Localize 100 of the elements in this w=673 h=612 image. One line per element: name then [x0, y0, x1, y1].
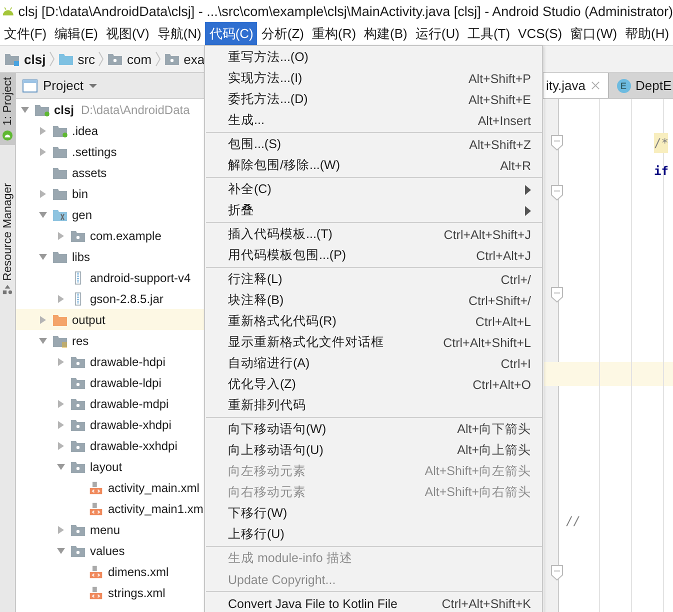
tree-item[interactable]: drawable-ldpi — [16, 372, 204, 393]
tree-item[interactable]: bin — [16, 183, 204, 204]
submenu-arrow-icon — [525, 206, 531, 216]
tree-item[interactable]: drawable-hdpi — [16, 351, 204, 372]
menu-option[interactable]: 优化导入(Z) Ctrl+Alt+O — [205, 374, 542, 395]
tree-item[interactable]: drawable-xhdpi — [16, 414, 204, 435]
menu-option[interactable]: 实现方法...(I) Alt+Shift+P — [205, 68, 542, 89]
collapse-arrow-icon[interactable] — [38, 252, 48, 262]
fold-marker-icon[interactable] — [551, 185, 563, 201]
tree-item[interactable]: gen — [16, 204, 204, 225]
dropdown-arrow-icon — [88, 82, 98, 88]
folder-icon — [70, 418, 86, 432]
tree-item[interactable]: libs — [16, 246, 204, 267]
menu-option[interactable]: 向下移动语句(W) Alt+向下箭头 — [205, 419, 542, 440]
collapse-arrow-icon[interactable] — [38, 210, 48, 220]
tree-item[interactable]: dimens.xml — [16, 561, 204, 582]
expand-arrow-icon[interactable] — [38, 126, 48, 136]
editor-tab[interactable]: ity.java — [544, 73, 608, 98]
menu-option[interactable]: Convert Java File to Kotlin File Ctrl+Alt+Shift+K — [205, 593, 542, 612]
code-text: if — [654, 163, 668, 180]
tree-item[interactable]: assets — [16, 162, 204, 183]
menu-option[interactable]: 重新排列代码 — [205, 395, 542, 416]
collapse-arrow-icon[interactable] — [56, 462, 66, 472]
expand-arrow-icon[interactable] — [56, 230, 66, 240]
close-icon[interactable] — [590, 81, 600, 90]
tree-item[interactable]: .settings — [16, 141, 204, 162]
collapse-arrow-icon[interactable] — [38, 336, 48, 346]
menu-option[interactable]: 插入代码模板...(T) Ctrl+Alt+Shift+J — [205, 224, 542, 245]
menubar-entry[interactable]: 代码(C) — [205, 22, 258, 45]
menu-option[interactable]: 生成... Alt+Insert — [205, 110, 542, 131]
editor-tab[interactable]: E DeptE — [608, 73, 673, 98]
tree-item[interactable]: com.example — [16, 225, 204, 246]
tree-item[interactable]: drawable-mdpi — [16, 393, 204, 414]
expand-arrow-icon[interactable] — [56, 356, 66, 366]
menubar-entry[interactable]: 构建(B) — [360, 22, 412, 45]
menubar-entry[interactable]: 分析(Z) — [257, 22, 308, 45]
menubar-entry[interactable]: 帮助(H) — [621, 22, 673, 45]
tree-item[interactable]: drawable-xxhdpi — [16, 435, 204, 456]
tree-item[interactable]: res — [16, 330, 204, 351]
shapes-icon — [2, 284, 13, 296]
tree-item[interactable]: values — [16, 540, 204, 561]
menu-option[interactable]: 向上移动语句(U) Alt+向上箭头 — [205, 440, 542, 461]
menu-option[interactable]: 块注释(B) Ctrl+Shift+/ — [205, 290, 542, 311]
expand-arrow-icon[interactable] — [38, 146, 48, 156]
folder-icon — [52, 334, 68, 348]
menubar-entry[interactable]: 文件(F) — [0, 22, 51, 45]
menubar-entry[interactable]: 视图(V) — [102, 22, 154, 45]
menubar-entry[interactable]: 编辑(E) — [50, 22, 102, 45]
tree-item[interactable]: clsj D:\data\AndroidData — [16, 99, 204, 120]
folder-icon — [70, 522, 86, 536]
menu-option[interactable]: 显示重新格式化文件对话框 Ctrl+Alt+Shift+L — [205, 332, 542, 353]
menu-option[interactable]: 包围...(S) Alt+Shift+Z — [205, 134, 542, 155]
menu-option[interactable]: 行注释(L) Ctrl+/ — [205, 269, 542, 290]
collapse-arrow-icon[interactable] — [20, 104, 30, 114]
menubar-entry[interactable]: 运行(U) — [411, 22, 464, 45]
folder-icon — [52, 144, 68, 158]
tree-item[interactable]: layout — [16, 456, 204, 477]
menu-option[interactable]: 重新格式化代码(R) Ctrl+Alt+L — [205, 311, 542, 332]
expand-arrow-icon[interactable] — [56, 398, 66, 408]
expand-arrow-icon[interactable] — [56, 440, 66, 450]
menubar-entry[interactable]: 窗口(W) — [566, 22, 622, 45]
breadcrumb-item[interactable]: com — [107, 52, 152, 66]
expand-arrow-icon[interactable] — [38, 188, 48, 198]
tree-item[interactable]: strings.xml — [16, 582, 204, 603]
expand-arrow-icon[interactable] — [38, 314, 48, 324]
menubar-entry[interactable]: VCS(S) — [514, 22, 566, 45]
expand-arrow-icon[interactable] — [56, 420, 66, 430]
menubar-entry[interactable]: 重构(R) — [308, 22, 360, 45]
tool-window-tab[interactable]: Resource Manager — [0, 178, 15, 300]
fold-marker-icon[interactable] — [551, 287, 563, 303]
code-text: // — [566, 513, 580, 530]
menu-option[interactable]: 折叠 — [205, 200, 542, 221]
fold-marker-icon[interactable] — [551, 135, 563, 151]
menubar-entry[interactable]: 工具(T) — [463, 22, 514, 45]
menubar-entry[interactable]: 导航(N) — [153, 22, 206, 45]
tree-item[interactable]: activity_main1.xm — [16, 498, 204, 519]
tree-item[interactable]: android-support-v4 — [16, 267, 204, 288]
tree-item[interactable]: .idea — [16, 120, 204, 141]
menu-option[interactable]: 重写方法...(O) — [205, 47, 542, 68]
window-icon — [22, 78, 38, 92]
tool-window-tab[interactable]: 1: Project — [0, 73, 15, 145]
menu-option[interactable]: 用代码模板包围...(P) Ctrl+Alt+J — [205, 245, 542, 266]
breadcrumb-item[interactable]: exa — [164, 52, 205, 66]
expand-arrow-icon[interactable] — [56, 294, 66, 304]
expand-arrow-icon[interactable] — [56, 524, 66, 534]
folder-icon — [52, 312, 68, 326]
tree-item[interactable]: gson-2.8.5.jar — [16, 288, 204, 309]
breadcrumb-item[interactable]: clsj — [4, 52, 46, 66]
menu-option[interactable]: 委托方法...(D) Alt+Shift+E — [205, 89, 542, 110]
tree-item[interactable]: output — [16, 309, 204, 330]
menu-option[interactable]: 下移行(W) — [205, 503, 542, 524]
menu-option[interactable]: 上移行(U) — [205, 524, 542, 545]
breadcrumb-item[interactable]: src — [58, 52, 96, 66]
menu-option[interactable]: 自动缩进行(A) Ctrl+I — [205, 353, 542, 374]
tree-item[interactable]: menu — [16, 519, 204, 540]
fold-marker-icon[interactable] — [551, 565, 563, 581]
menu-option[interactable]: 解除包围/移除...(W) Alt+R — [205, 155, 542, 176]
menu-option[interactable]: 补全(C) — [205, 179, 542, 200]
collapse-arrow-icon[interactable] — [56, 546, 66, 556]
tree-item[interactable]: activity_main.xml — [16, 477, 204, 498]
